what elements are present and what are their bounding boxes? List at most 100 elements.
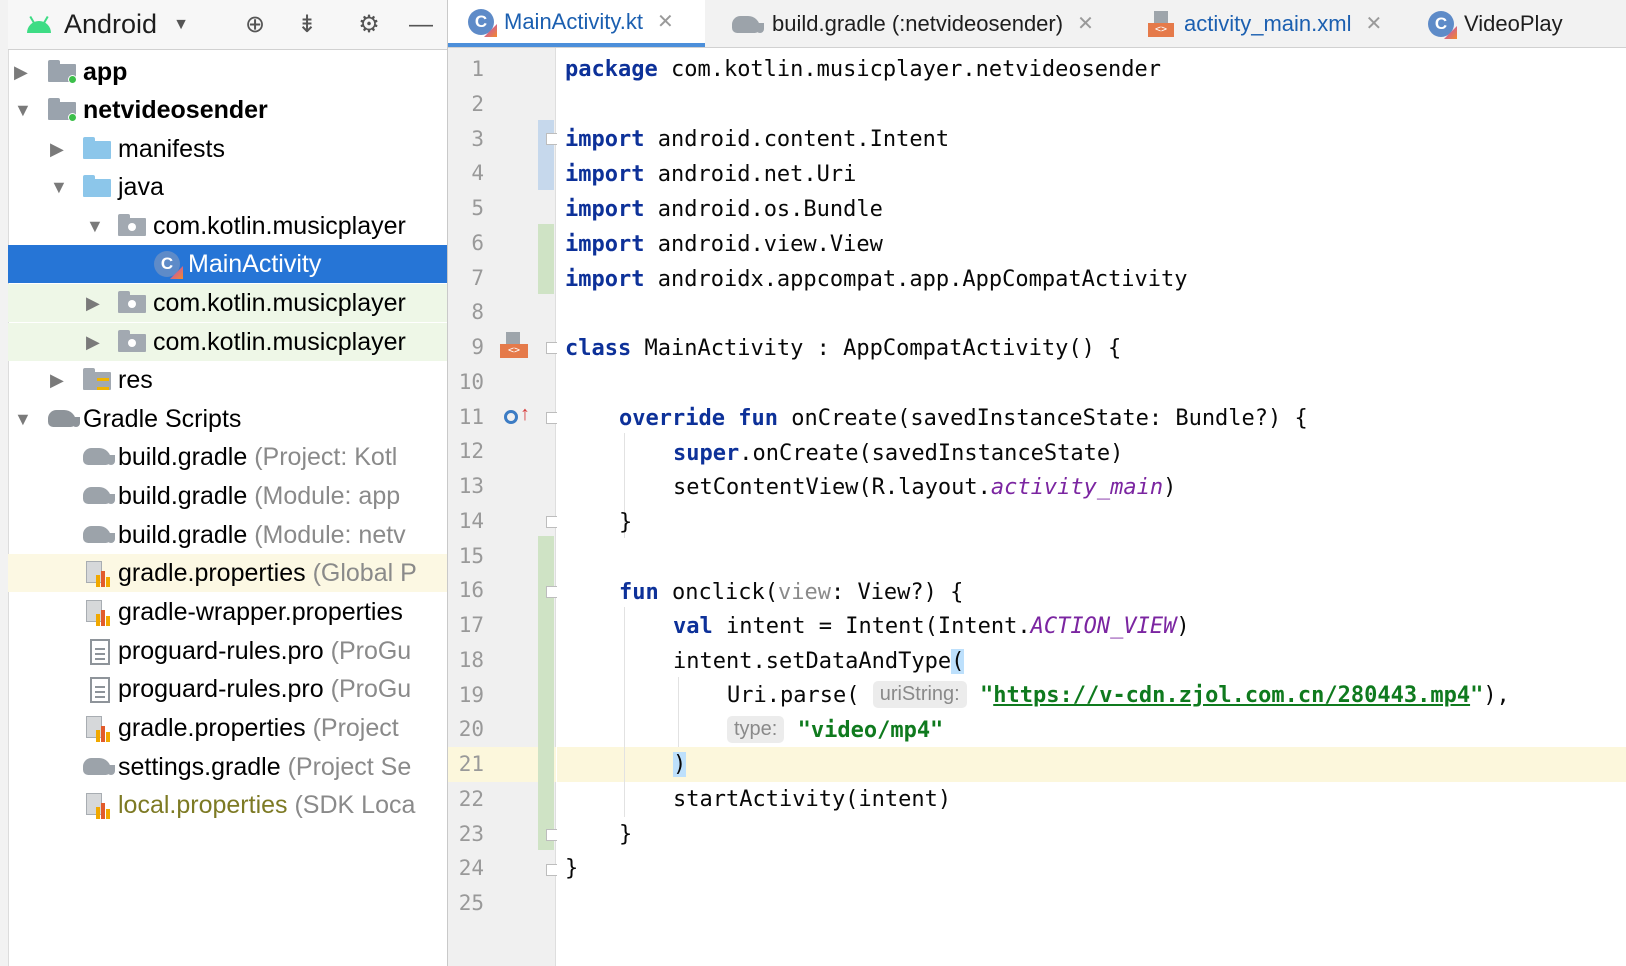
- collapse-arrow-icon[interactable]: ▼: [14, 91, 32, 129]
- line-number[interactable]: 23: [448, 817, 484, 852]
- tree-item-res[interactable]: ▶ res: [8, 361, 462, 399]
- code-line-6: import android.view.View: [565, 227, 883, 262]
- tree-item-proguard-rules[interactable]: proguard-rules.pro (ProGu: [8, 670, 462, 708]
- tree-item-proguard-rules[interactable]: proguard-rules.pro (ProGu: [8, 632, 462, 670]
- vcs-added-marker[interactable]: [538, 536, 554, 850]
- line-number[interactable]: 11: [448, 400, 484, 435]
- line-number[interactable]: 22: [448, 782, 484, 817]
- tree-item-label: build.gradle: [118, 521, 248, 549]
- overrides-method-icon[interactable]: ↑: [504, 404, 530, 430]
- line-number[interactable]: 19: [448, 678, 484, 713]
- tree-item-label: settings.gradle: [118, 753, 281, 781]
- vcs-added-marker[interactable]: [538, 224, 554, 294]
- collapse-arrow-icon[interactable]: ▼: [86, 207, 104, 245]
- expand-arrow-icon[interactable]: ▶: [50, 361, 64, 399]
- line-number[interactable]: 18: [448, 643, 484, 678]
- line-number[interactable]: 12: [448, 434, 484, 469]
- line-number[interactable]: 8: [448, 295, 484, 330]
- keyword: fun: [738, 406, 778, 431]
- tree-item-detail: (Global P: [312, 559, 417, 587]
- tree-item-build-gradle[interactable]: build.gradle (Module: app: [8, 477, 462, 515]
- line-number[interactable]: 10: [448, 365, 484, 400]
- tree-item-gradle-properties[interactable]: gradle.properties (Global P: [8, 554, 462, 592]
- tree-item-app[interactable]: ▶ app: [8, 53, 462, 91]
- expand-arrow-icon[interactable]: ▶: [86, 284, 100, 322]
- collapse-arrow-icon[interactable]: ▼: [50, 168, 68, 206]
- url-link[interactable]: https://v-cdn.zjol.com.cn/280443.mp4: [993, 683, 1470, 708]
- line-number[interactable]: 16: [448, 573, 484, 608]
- tab-mainactivity-kt[interactable]: C MainActivity.kt ✕: [448, 0, 705, 47]
- string-literal: ": [979, 683, 994, 708]
- tree-item-package[interactable]: ▶ com.kotlin.musicplayer: [8, 284, 462, 322]
- related-layout-xml-icon[interactable]: <>: [500, 332, 528, 360]
- minimize-icon[interactable]: —: [406, 10, 436, 40]
- collapse-all-icon[interactable]: ⇟: [292, 10, 322, 40]
- line-number[interactable]: 3: [448, 122, 484, 157]
- line-number[interactable]: 13: [448, 469, 484, 504]
- code-line-1: package com.kotlin.musicplayer.netvideos…: [565, 52, 1161, 87]
- close-icon[interactable]: ✕: [657, 9, 674, 34]
- tree-item-mainactivity[interactable]: C MainActivity: [8, 245, 462, 283]
- kotlin-class-icon: C: [154, 251, 180, 277]
- code-area[interactable]: package com.kotlin.musicplayer.netvideos…: [557, 48, 1626, 966]
- properties-file-icon: [86, 600, 110, 626]
- gradle-icon: [83, 755, 115, 777]
- tab-videoplay[interactable]: C VideoPlay: [1414, 0, 1563, 47]
- expand-arrow-icon[interactable]: ▶: [50, 130, 64, 168]
- code-line-14: }: [619, 505, 632, 540]
- gear-icon[interactable]: ⚙: [354, 10, 384, 40]
- editor-gutter[interactable]: 1 2 3 4 5 6 7 8 9 10 11 12 13 14 15 16 17 18 19 20 21 22 23 24 2…: [448, 48, 558, 966]
- tree-item-label: com.kotlin.musicplayer: [153, 328, 406, 356]
- line-number[interactable]: 1: [448, 52, 484, 87]
- collapse-arrow-icon[interactable]: ▼: [14, 400, 32, 438]
- line-number[interactable]: 14: [448, 504, 484, 539]
- tree-item-netvideosender[interactable]: ▼ netvideosender: [8, 91, 462, 129]
- line-number[interactable]: 5: [448, 191, 484, 226]
- tree-item-gradle-properties[interactable]: gradle.properties (Project: [8, 709, 462, 747]
- line-number[interactable]: 15: [448, 539, 484, 574]
- line-number[interactable]: 21: [448, 747, 484, 782]
- code-text: android.content.Intent: [644, 127, 950, 152]
- line-number[interactable]: 20: [448, 712, 484, 747]
- line-number[interactable]: 6: [448, 226, 484, 261]
- project-view-selector[interactable]: Android: [64, 9, 157, 40]
- keyword: fun: [619, 580, 659, 605]
- line-number[interactable]: 25: [448, 886, 484, 921]
- expand-arrow-icon[interactable]: ▶: [14, 53, 28, 91]
- tab-activity-main-xml[interactable]: <> activity_main.xml ✕: [1134, 0, 1382, 47]
- current-line-highlight: [557, 747, 1626, 782]
- matched-paren: ): [673, 752, 687, 777]
- tree-item-label: build.gradle: [118, 443, 248, 471]
- locate-crosshair-icon[interactable]: ⊕: [240, 10, 270, 40]
- tree-item-package[interactable]: ▶ com.kotlin.musicplayer: [8, 323, 462, 361]
- code-text: startActivity(intent): [673, 787, 952, 812]
- line-number[interactable]: 7: [448, 261, 484, 296]
- tree-item-manifests[interactable]: ▶ manifests: [8, 130, 462, 168]
- keyword: super: [673, 441, 740, 466]
- chevron-down-icon[interactable]: ▼: [173, 16, 189, 34]
- tree-item-settings-gradle[interactable]: settings.gradle (Project Se: [8, 748, 462, 786]
- tree-item-gradle-wrapper-properties[interactable]: gradle-wrapper.properties: [8, 593, 462, 631]
- line-number[interactable]: 9: [448, 330, 484, 365]
- tree-item-build-gradle[interactable]: build.gradle (Project: Kotl: [8, 438, 462, 476]
- close-icon[interactable]: ✕: [1365, 11, 1382, 36]
- line-number[interactable]: 17: [448, 608, 484, 643]
- tree-item-package[interactable]: ▼ com.kotlin.musicplayer: [8, 207, 462, 245]
- tree-item-local-properties[interactable]: local.properties (SDK Loca: [8, 786, 462, 824]
- close-icon[interactable]: ✕: [1077, 11, 1094, 36]
- code-text: android.os.Bundle: [644, 197, 883, 222]
- tree-item-gradle-scripts[interactable]: ▼ Gradle Scripts: [8, 400, 462, 438]
- line-number[interactable]: 4: [448, 156, 484, 191]
- line-number[interactable]: 24: [448, 851, 484, 886]
- vcs-modified-marker[interactable]: [538, 120, 554, 190]
- tree-item-label: Gradle Scripts: [83, 405, 242, 433]
- expand-arrow-icon[interactable]: ▶: [86, 323, 100, 361]
- keyword: val: [673, 614, 713, 639]
- tab-build-gradle[interactable]: build.gradle (:netvideosender) ✕: [718, 0, 1094, 47]
- line-number[interactable]: 2: [448, 87, 484, 122]
- constant: ACTION_VIEW: [1030, 614, 1177, 639]
- tree-item-java[interactable]: ▼ java: [8, 168, 462, 206]
- unused-parameter: view: [777, 580, 831, 605]
- keyword: override: [619, 406, 725, 431]
- tree-item-build-gradle[interactable]: build.gradle (Module: netv: [8, 516, 462, 554]
